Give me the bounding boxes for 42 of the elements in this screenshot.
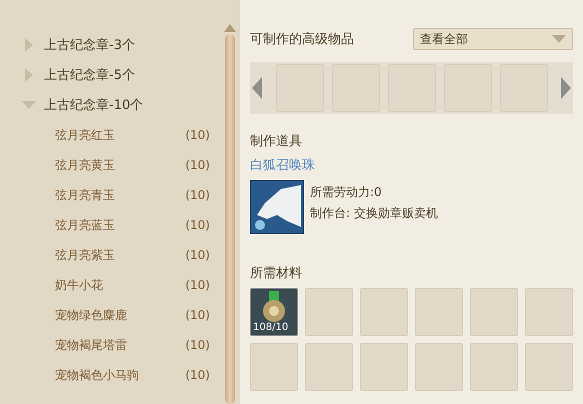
recipe-item[interactable]: 宠物褐色小马驹 (10) [22,360,220,390]
recipe-item[interactable]: 弦月亮红玉 (10) [22,120,220,150]
item-slot[interactable] [500,64,548,112]
left-arrow-icon[interactable] [252,77,262,99]
item-slot[interactable] [360,343,408,391]
medal-item-slot[interactable]: 108/10 [250,288,298,336]
item-slot[interactable] [250,343,298,391]
filter-dropdown[interactable]: 查看全部 [413,28,573,50]
item-slot[interactable] [305,288,353,336]
category-item[interactable]: 上古纪念章-5个 [22,60,220,90]
caret-icon [552,35,566,43]
section-title: 可制作的高级物品 [250,31,354,48]
item-slot[interactable] [332,64,380,112]
recipe-item[interactable]: 宠物绿色麋鹿 (10) [22,300,220,330]
recipe-item[interactable]: 弦月亮黄玉 (10) [22,150,220,180]
labor-text: 所需劳动力:0 [310,184,383,201]
section-title: 所需材料 [250,265,303,282]
right-arrow-icon[interactable] [561,77,571,99]
scroll-up-icon[interactable] [224,24,236,32]
item-slot[interactable] [276,64,324,112]
item-slot[interactable] [470,288,518,336]
recipe-item[interactable]: 弦月亮蓝玉 (10) [22,210,220,240]
item-slot[interactable] [388,64,436,112]
category-item[interactable]: 上古纪念章-3个 [22,30,220,60]
item-slot[interactable] [360,288,408,336]
recipe-item[interactable]: 弦月亮青玉 (10) [22,180,220,210]
station-text: 制作台: 交换勋章贩卖机 [310,205,438,222]
item-slot[interactable] [470,343,518,391]
item-slot[interactable] [525,288,573,336]
item-slot[interactable] [444,64,492,112]
item-count: 108/10 [253,322,288,333]
item-slot[interactable] [415,343,463,391]
recipe-item[interactable]: 弦月亮紫玉 (10) [22,240,220,270]
item-name[interactable]: 白狐召唤珠 [250,156,573,174]
section-title: 制作道具 [250,133,303,150]
category-item[interactable]: 上古纪念章-10个 [22,90,220,120]
recipe-item[interactable]: 奶牛小花 (10) [22,270,220,300]
item-slot[interactable] [415,288,463,336]
recipe-item[interactable]: 宠物褐尾塔雷 (10) [22,330,220,360]
item-slot[interactable] [525,343,573,391]
item-slot[interactable] [305,343,353,391]
scrollbar[interactable] [225,34,235,404]
